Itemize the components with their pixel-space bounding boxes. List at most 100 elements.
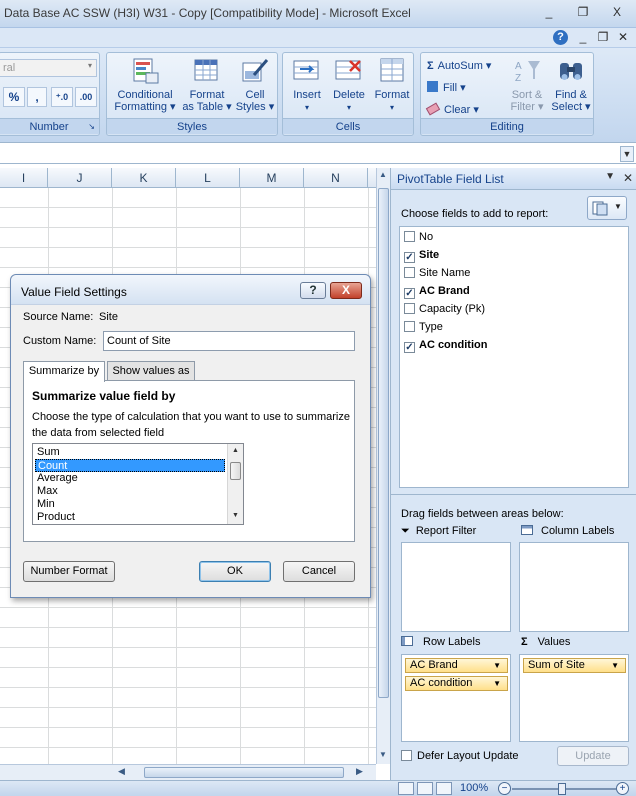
row-field-ac-brand[interactable]: AC Brand ▼ xyxy=(405,658,508,673)
cell-styles-icon xyxy=(242,59,269,82)
row-field-ac-brand-dropdown-icon[interactable]: ▼ xyxy=(493,659,501,672)
calculation-type-list[interactable]: Sum Count Average Max Min Product ▲ ▼ xyxy=(32,443,244,525)
zoom-in-icon[interactable]: + xyxy=(616,782,629,795)
formula-bar[interactable]: ▼ xyxy=(0,142,636,164)
field-ac-brand[interactable]: ✓ AC Brand xyxy=(404,285,470,301)
field-site-checkbox[interactable]: ✓ xyxy=(404,252,415,263)
fill-button[interactable]: Fill ▾ xyxy=(427,81,466,94)
sort-filter-button[interactable]: AZ Sort & Filter ▾ xyxy=(507,57,547,113)
page-layout-view-icon[interactable] xyxy=(417,782,433,795)
calc-list-scroll-up-icon[interactable]: ▲ xyxy=(232,447,239,454)
insert-button[interactable]: Insert ▾ xyxy=(287,57,327,114)
conditional-formatting-button[interactable]: Conditional Formatting ▾ xyxy=(111,57,179,113)
field-site[interactable]: ✓ Site xyxy=(404,249,439,265)
column-header-j[interactable]: J xyxy=(48,168,112,188)
pane-close-icon[interactable]: ✕ xyxy=(623,171,633,185)
values-area[interactable]: Sum of Site ▼ xyxy=(519,654,629,742)
column-labels-area[interactable] xyxy=(519,542,629,632)
ok-button[interactable]: OK xyxy=(199,561,271,582)
calc-option-min[interactable]: Min xyxy=(35,498,225,511)
calc-option-max[interactable]: Max xyxy=(35,485,225,498)
ribbon-restore-button[interactable]: ❐ xyxy=(592,29,614,45)
zoom-level[interactable]: 100% xyxy=(460,782,488,794)
vertical-scroll-thumb[interactable] xyxy=(378,188,389,698)
ribbon-minimize-button[interactable]: _ xyxy=(572,29,594,45)
field-site-name[interactable]: Site Name xyxy=(404,267,470,283)
calc-option-product[interactable]: Product xyxy=(35,511,225,524)
find-select-button[interactable]: Find & Select ▾ xyxy=(549,57,593,113)
column-header-m[interactable]: M xyxy=(240,168,304,188)
dialog-close-button[interactable]: X xyxy=(330,282,362,299)
field-ac-condition-checkbox[interactable]: ✓ xyxy=(404,342,415,353)
close-button[interactable]: X xyxy=(606,4,628,20)
defer-layout-update-checkbox[interactable] xyxy=(401,750,412,761)
column-header-n[interactable]: N xyxy=(304,168,368,188)
percent-style-button[interactable]: % xyxy=(3,87,25,107)
number-format-button[interactable]: Number Format xyxy=(23,561,115,582)
field-list-layout-button[interactable]: ▼ xyxy=(587,196,627,220)
format-as-table-button[interactable]: Format as Table ▾ xyxy=(179,57,235,113)
calc-option-count[interactable]: Count xyxy=(35,459,225,472)
field-site-name-checkbox[interactable] xyxy=(404,267,415,278)
field-no[interactable]: No xyxy=(404,231,433,247)
field-type-checkbox[interactable] xyxy=(404,321,415,332)
field-ac-brand-checkbox[interactable]: ✓ xyxy=(404,288,415,299)
field-ac-condition[interactable]: ✓ AC condition xyxy=(404,339,487,355)
cell-styles-button[interactable]: Cell Styles ▾ xyxy=(233,57,277,113)
clear-button[interactable]: Clear ▾ xyxy=(425,102,479,116)
help-icon[interactable]: ? xyxy=(553,30,568,45)
expand-formula-bar-icon[interactable]: ▼ xyxy=(620,146,634,162)
dialog-help-button[interactable]: ? xyxy=(300,282,326,299)
field-no-checkbox[interactable] xyxy=(404,231,415,242)
scroll-up-icon[interactable]: ▲ xyxy=(379,170,387,179)
delete-button[interactable]: Delete ▾ xyxy=(329,57,369,114)
column-header-l[interactable]: L xyxy=(176,168,240,188)
scroll-left-icon[interactable]: ◀ xyxy=(118,766,125,777)
value-field-dropdown-icon[interactable]: ▼ xyxy=(611,659,619,672)
update-button[interactable]: Update xyxy=(557,746,629,766)
restore-button[interactable]: ❐ xyxy=(572,4,594,20)
row-labels-area[interactable]: AC Brand ▼ AC condition ▼ xyxy=(401,654,511,742)
decrease-decimal-button[interactable]: .00 xyxy=(75,87,97,107)
pane-options-icon[interactable]: ▼ xyxy=(605,171,615,182)
pane-splitter[interactable] xyxy=(391,494,636,498)
vertical-scrollbar[interactable]: ▲ ▼ xyxy=(376,168,390,764)
format-button[interactable]: Format ▾ xyxy=(371,57,413,114)
horizontal-scroll-thumb[interactable] xyxy=(144,767,344,778)
scroll-right-icon[interactable]: ▶ xyxy=(356,766,363,777)
calc-option-average[interactable]: Average xyxy=(35,472,225,485)
value-field-sum-of-site[interactable]: Sum of Site ▼ xyxy=(523,658,626,673)
number-format-select[interactable]: ral ▾ xyxy=(0,59,97,77)
custom-name-input[interactable]: Count of Site xyxy=(103,331,355,351)
horizontal-scrollbar[interactable]: ◀ ▶ xyxy=(0,764,376,780)
autosum-button[interactable]: Σ AutoSum ▾ xyxy=(427,59,491,72)
row-field-ac-condition-dropdown-icon[interactable]: ▼ xyxy=(493,677,501,690)
calc-list-scroll-down-icon[interactable]: ▼ xyxy=(232,512,239,519)
report-filter-area[interactable] xyxy=(401,542,511,632)
zoom-out-icon[interactable]: − xyxy=(498,782,511,795)
field-capacity-checkbox[interactable] xyxy=(404,303,415,314)
calc-option-sum[interactable]: Sum xyxy=(35,446,225,459)
column-header-i[interactable]: I xyxy=(0,168,48,188)
cancel-button[interactable]: Cancel xyxy=(283,561,355,582)
calc-list-scroll-thumb[interactable] xyxy=(230,462,241,480)
ribbon-close-button[interactable]: ✕ xyxy=(612,29,634,45)
comma-style-button[interactable]: , xyxy=(27,87,47,107)
tab-summarize-by[interactable]: Summarize by xyxy=(23,361,105,382)
column-header-k[interactable]: K xyxy=(112,168,176,188)
tab-show-values-as[interactable]: Show values as xyxy=(107,361,195,381)
calc-list-scrollbar[interactable]: ▲ ▼ xyxy=(227,444,243,524)
format-as-table-label-1: Format xyxy=(189,89,225,101)
defer-layout-update[interactable]: Defer Layout Update xyxy=(401,750,519,762)
field-type[interactable]: Type xyxy=(404,321,443,337)
format-as-table-label-2: as Table ▾ xyxy=(182,101,232,113)
field-capacity[interactable]: Capacity (Pk) xyxy=(404,303,485,319)
dialog-title-bar[interactable]: Value Field Settings ? X xyxy=(11,275,370,305)
increase-decimal-button[interactable]: ⁺.0 xyxy=(51,87,73,107)
normal-view-icon[interactable] xyxy=(398,782,414,795)
minimize-button[interactable]: _ xyxy=(538,4,560,20)
scroll-down-icon[interactable]: ▼ xyxy=(379,750,387,759)
row-field-ac-condition[interactable]: AC condition ▼ xyxy=(405,676,508,691)
zoom-slider-handle[interactable] xyxy=(558,783,566,795)
page-break-view-icon[interactable] xyxy=(436,782,452,795)
